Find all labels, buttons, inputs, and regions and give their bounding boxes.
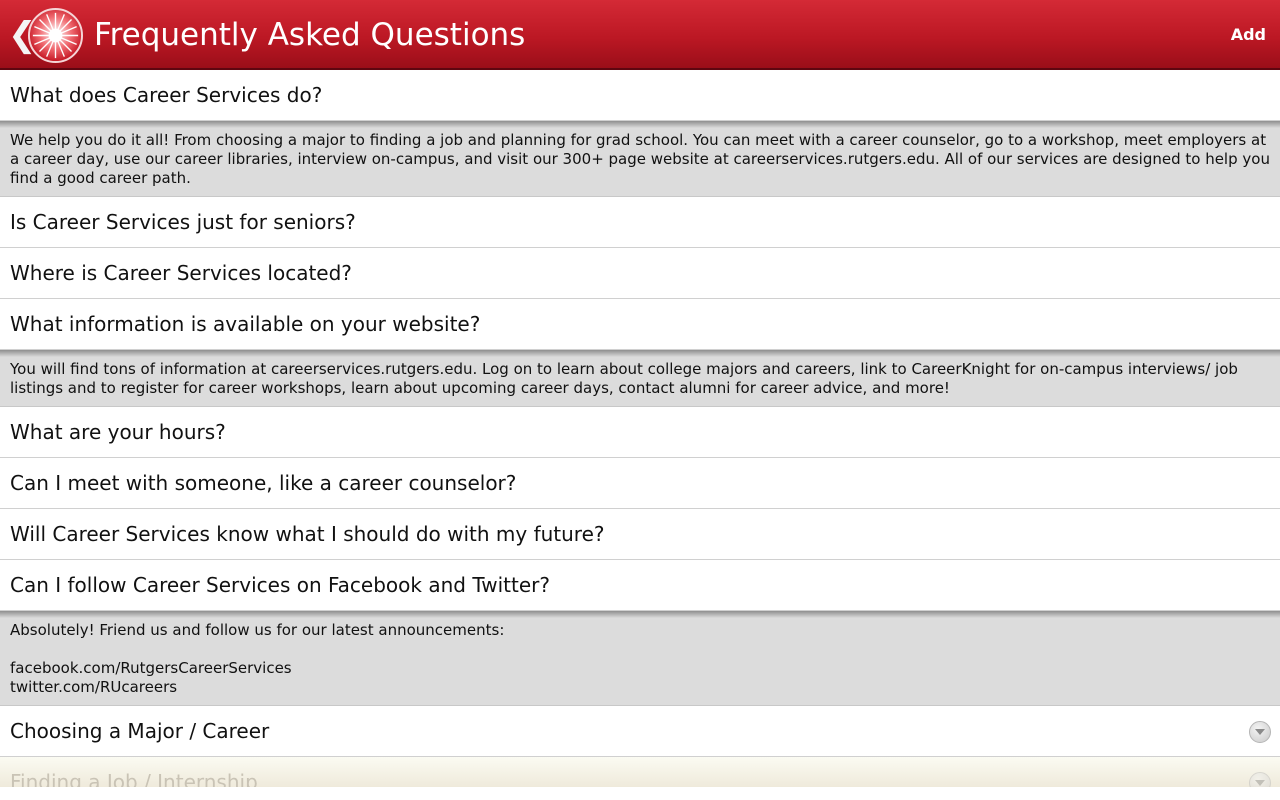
faq-question-row[interactable]: What information is available on your we…	[0, 299, 1280, 350]
action-bar: ❮ Frequently Asked Questions Add	[0, 0, 1280, 70]
expand-arrow-icon[interactable]	[1249, 721, 1271, 743]
faq-question-row[interactable]: What are your hours?	[0, 407, 1280, 458]
faq-answer: You will find tons of information at car…	[0, 350, 1280, 407]
faq-question-row[interactable]: Will Career Services know what I should …	[0, 509, 1280, 560]
category-label: Choosing a Major / Career	[10, 719, 270, 743]
faq-answer-text: We help you do it all! From choosing a m…	[10, 131, 1270, 187]
add-button[interactable]: Add	[1231, 20, 1266, 50]
page-title: Frequently Asked Questions	[94, 17, 526, 53]
faq-question: Is Career Services just for seniors?	[10, 210, 356, 234]
faq-answer: We help you do it all! From choosing a m…	[0, 121, 1280, 197]
faq-question: Where is Career Services located?	[10, 261, 352, 285]
category-row-choosing-major[interactable]: Choosing a Major / Career	[0, 706, 1280, 757]
faq-question: Can I follow Career Services on Facebook…	[10, 573, 550, 597]
expand-arrow-icon[interactable]	[1249, 772, 1271, 787]
faq-answer-text: You will find tons of information at car…	[10, 360, 1238, 397]
faq-question: Can I meet with someone, like a career c…	[10, 471, 517, 495]
faq-question: What does Career Services do?	[10, 83, 323, 107]
category-label: Finding a Job / Internship	[10, 770, 258, 787]
rutgers-sun-logo-icon[interactable]	[27, 7, 84, 64]
faq-question-row[interactable]: What does Career Services do?	[0, 70, 1280, 121]
faq-question: Will Career Services know what I should …	[10, 522, 605, 546]
faq-question-row[interactable]: Is Career Services just for seniors?	[0, 197, 1280, 248]
faq-question: What information is available on your we…	[10, 312, 481, 336]
faq-question: What are your hours?	[10, 420, 226, 444]
faq-question-row[interactable]: Can I meet with someone, like a career c…	[0, 458, 1280, 509]
category-row-finding-job[interactable]: Finding a Job / Internship	[0, 757, 1280, 787]
back-chevron-icon[interactable]: ❮	[8, 16, 37, 54]
faq-question-row[interactable]: Can I follow Career Services on Facebook…	[0, 560, 1280, 611]
faq-answer: Absolutely! Friend us and follow us for …	[0, 611, 1280, 706]
faq-answer-text: Absolutely! Friend us and follow us for …	[10, 621, 505, 696]
faq-question-row[interactable]: Where is Career Services located?	[0, 248, 1280, 299]
faq-list: What does Career Services do? We help yo…	[0, 70, 1280, 787]
